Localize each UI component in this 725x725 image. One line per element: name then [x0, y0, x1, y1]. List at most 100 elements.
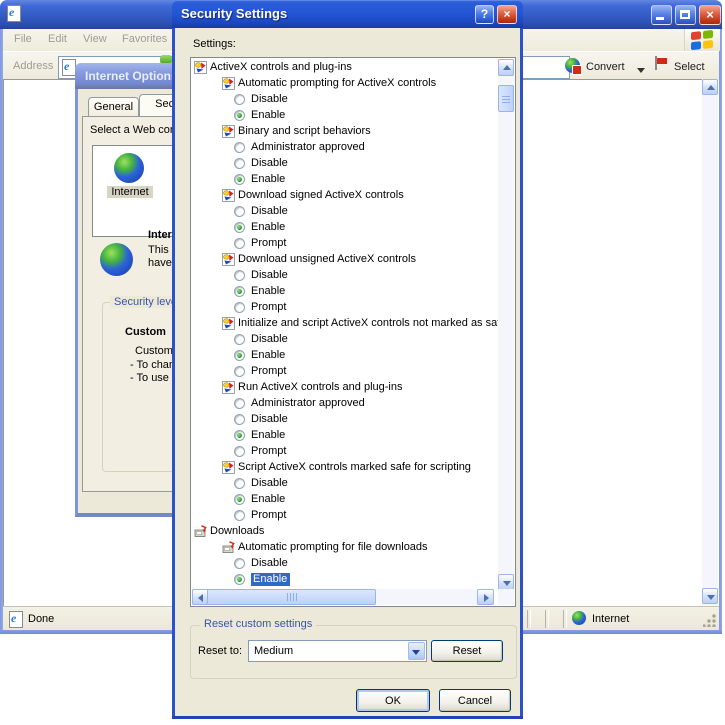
tab-general[interactable]: General [88, 97, 139, 118]
settings-row[interactable]: Enable [192, 284, 499, 300]
option-label[interactable]: Enable [251, 429, 285, 441]
resize-grip[interactable] [703, 614, 716, 627]
maximize-button[interactable] [675, 5, 696, 25]
setting-label[interactable]: Automatic prompting for ActiveX controls [238, 77, 436, 89]
menu-edit[interactable]: Edit [48, 33, 67, 45]
settings-row[interactable]: Prompt [192, 444, 499, 460]
setting-label[interactable]: Download unsigned ActiveX controls [238, 253, 416, 265]
option-label[interactable]: Disable [251, 477, 288, 489]
settings-row[interactable]: Disable [192, 268, 499, 284]
option-label[interactable]: Disable [251, 205, 288, 217]
settings-row[interactable]: Initialize and script ActiveX controls n… [192, 316, 499, 332]
option-label[interactable]: Prompt [251, 301, 286, 313]
radio-unselected[interactable] [234, 238, 245, 249]
combo-dropdown-button[interactable] [408, 642, 425, 660]
category-label[interactable]: Downloads [210, 525, 264, 537]
settings-vscrollbar[interactable] [498, 59, 514, 591]
page-scrollbar[interactable] [702, 79, 718, 606]
radio-unselected[interactable] [234, 478, 245, 489]
radio-unselected[interactable] [234, 398, 245, 409]
setting-label[interactable]: Run ActiveX controls and plug-ins [238, 381, 402, 393]
convert-dropdown-icon[interactable] [637, 64, 645, 76]
option-label[interactable]: Administrator approved [251, 141, 365, 153]
radio-unselected[interactable] [234, 414, 245, 425]
hscroll-thumb[interactable] [207, 589, 376, 605]
option-label[interactable]: Enable [251, 173, 285, 185]
settings-row[interactable]: Prompt [192, 508, 499, 524]
setting-label[interactable]: Download signed ActiveX controls [238, 189, 404, 201]
scroll-up-button[interactable] [702, 79, 718, 95]
settings-row[interactable]: Disable [192, 204, 499, 220]
settings-row[interactable]: Enable [192, 220, 499, 236]
security-settings-titlebar[interactable]: Security Settings ? × [172, 0, 523, 28]
settings-list[interactable]: ActiveX controls and plug-ins Automatic p… [190, 57, 516, 607]
radio-unselected[interactable] [234, 270, 245, 281]
cancel-button[interactable]: Cancel [439, 689, 511, 712]
option-label[interactable]: Enable [251, 349, 285, 361]
radio-unselected[interactable] [234, 558, 245, 569]
option-label[interactable]: Disable [251, 557, 288, 569]
scroll-down-button[interactable] [702, 588, 718, 604]
option-label[interactable]: Prompt [251, 237, 286, 249]
option-label[interactable]: Enable [251, 493, 285, 505]
select-button[interactable]: Select [674, 61, 705, 73]
radio-unselected[interactable] [234, 366, 245, 377]
help-button[interactable]: ? [475, 5, 494, 24]
settings-row[interactable]: Disable [192, 556, 499, 572]
option-label[interactable]: Enable [251, 109, 285, 121]
category-label[interactable]: ActiveX controls and plug-ins [210, 61, 352, 73]
vscroll-thumb[interactable] [498, 85, 514, 112]
settings-row[interactable]: Disable [192, 332, 499, 348]
radio-unselected[interactable] [234, 302, 245, 313]
reset-button[interactable]: Reset [431, 640, 503, 662]
settings-row[interactable]: Enable [192, 108, 499, 124]
settings-row[interactable]: Enable [192, 348, 499, 364]
radio-unselected[interactable] [234, 94, 245, 105]
radio-unselected[interactable] [234, 158, 245, 169]
settings-row[interactable]: Prompt [192, 236, 499, 252]
option-label[interactable]: Disable [251, 413, 288, 425]
settings-row[interactable]: Prompt [192, 364, 499, 380]
settings-row[interactable]: Disable [192, 412, 499, 428]
radio-selected[interactable] [234, 222, 245, 233]
settings-row[interactable]: Administrator approved [192, 140, 499, 156]
menu-view[interactable]: View [83, 33, 107, 45]
scroll-right-button[interactable] [477, 589, 494, 605]
settings-row[interactable]: Download unsigned ActiveX controls [192, 252, 499, 268]
settings-row[interactable]: Downloads [192, 524, 499, 540]
radio-unselected[interactable] [234, 206, 245, 217]
option-label[interactable]: Administrator approved [251, 397, 365, 409]
settings-row[interactable]: Prompt [192, 300, 499, 316]
settings-row[interactable]: Disable [192, 156, 499, 172]
settings-row[interactable]: Enable [192, 428, 499, 444]
radio-unselected[interactable] [234, 510, 245, 521]
option-label[interactable]: Prompt [251, 365, 286, 377]
settings-row[interactable]: Script ActiveX controls marked safe for … [192, 460, 499, 476]
radio-unselected[interactable] [234, 334, 245, 345]
option-label[interactable]: Disable [251, 269, 288, 281]
settings-row[interactable]: ActiveX controls and plug-ins [192, 60, 499, 76]
option-label[interactable]: Enable [251, 221, 285, 233]
radio-unselected[interactable] [234, 142, 245, 153]
option-label[interactable]: Enable [251, 573, 290, 586]
settings-row[interactable]: Run ActiveX controls and plug-ins [192, 380, 499, 396]
settings-row[interactable]: Enable [192, 572, 499, 588]
radio-selected[interactable] [234, 574, 245, 585]
radio-selected[interactable] [234, 110, 245, 121]
option-label[interactable]: Prompt [251, 509, 286, 521]
settings-row[interactable]: Disable [192, 476, 499, 492]
zone-list-item[interactable]: Internet [107, 186, 153, 198]
settings-row[interactable]: Automatic prompting for ActiveX controls [192, 76, 499, 92]
menu-file[interactable]: File [14, 33, 32, 45]
option-label[interactable]: Enable [251, 285, 285, 297]
option-label[interactable]: Disable [251, 93, 288, 105]
settings-row[interactable]: Download signed ActiveX controls [192, 188, 499, 204]
setting-label[interactable]: Script ActiveX controls marked safe for … [238, 461, 471, 473]
settings-row[interactable]: Administrator approved [192, 396, 499, 412]
minimize-button[interactable] [651, 5, 672, 25]
radio-selected[interactable] [234, 430, 245, 441]
settings-row[interactable]: Enable [192, 172, 499, 188]
radio-selected[interactable] [234, 286, 245, 297]
radio-selected[interactable] [234, 174, 245, 185]
settings-row[interactable]: Automatic prompting for file downloads [192, 540, 499, 556]
